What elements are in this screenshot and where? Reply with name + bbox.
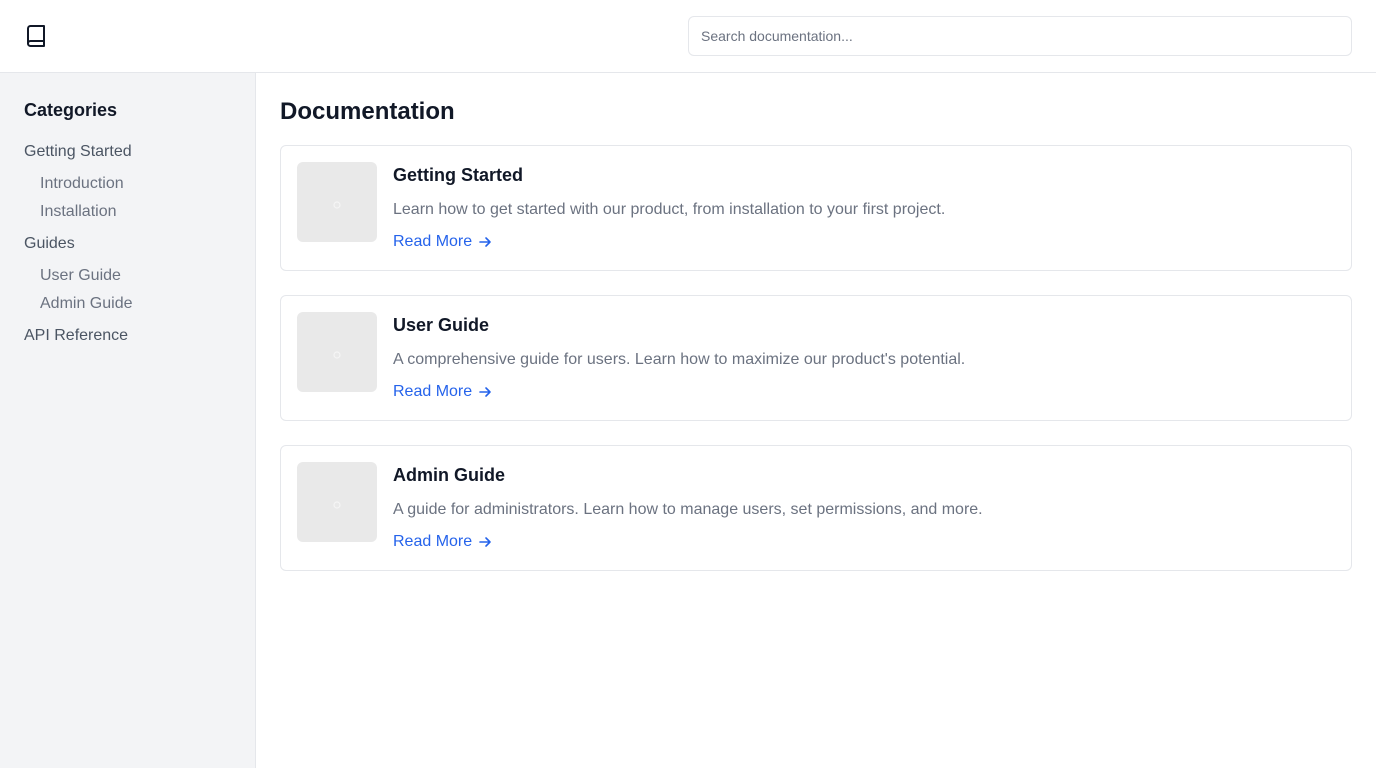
sidebar-item-api-reference[interactable]: API Reference <box>24 327 128 345</box>
card-thumbnail <box>297 162 377 242</box>
image-placeholder-icon <box>332 497 342 509</box>
sidebar-item-getting-started[interactable]: Getting Started <box>24 143 132 161</box>
read-more-label: Read More <box>393 233 473 250</box>
sidebar-item-guides[interactable]: Guides <box>24 235 75 253</box>
read-more-label: Read More <box>393 383 473 400</box>
top-header <box>0 0 1376 73</box>
sidebar-item-installation[interactable]: Installation <box>40 203 117 221</box>
doc-card-getting-started: Getting Started Learn how to get started… <box>280 145 1352 271</box>
arrow-right-icon <box>478 385 492 399</box>
read-more-link[interactable]: Read More <box>393 383 492 401</box>
sidebar-heading: Categories <box>24 100 118 120</box>
card-description: A guide for administrators. Learn how to… <box>393 501 983 518</box>
card-title: User Guide <box>393 315 490 335</box>
sidebar-item-introduction[interactable]: Introduction <box>40 175 124 193</box>
book-icon[interactable] <box>24 24 48 48</box>
arrow-right-icon <box>478 235 492 249</box>
doc-card-admin-guide: Admin Guide A guide for administrators. … <box>280 445 1352 571</box>
image-placeholder-icon <box>332 197 342 209</box>
doc-card-user-guide: User Guide A comprehensive guide for use… <box>280 295 1352 421</box>
card-description: Learn how to get started with our produc… <box>393 201 946 218</box>
read-more-link[interactable]: Read More <box>393 233 492 251</box>
card-title: Admin Guide <box>393 465 505 485</box>
sidebar: Categories Getting Started Introduction … <box>0 73 256 768</box>
sidebar-item-admin-guide[interactable]: Admin Guide <box>40 295 133 313</box>
card-thumbnail <box>297 312 377 392</box>
card-thumbnail <box>297 462 377 542</box>
sidebar-item-user-guide[interactable]: User Guide <box>40 267 121 285</box>
read-more-label: Read More <box>393 533 473 550</box>
image-placeholder-icon <box>332 347 342 359</box>
page-title: Documentation <box>280 98 455 125</box>
arrow-right-icon <box>478 535 492 549</box>
read-more-link[interactable]: Read More <box>393 533 492 551</box>
card-title: Getting Started <box>393 165 524 185</box>
search-input[interactable] <box>688 16 1352 56</box>
card-description: A comprehensive guide for users. Learn h… <box>393 351 966 368</box>
